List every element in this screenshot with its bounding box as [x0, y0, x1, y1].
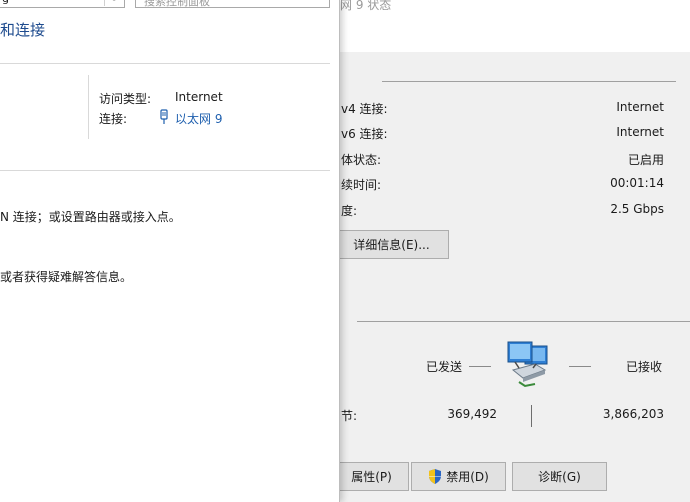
address-dropdown-icon[interactable]: ⌄	[86, 0, 100, 6]
connection-group-line	[382, 81, 676, 82]
page-heading: 和连接	[0, 21, 46, 39]
sent-line	[469, 366, 491, 367]
bytes-label: 节:	[341, 409, 358, 423]
received-line	[569, 366, 591, 367]
speed-value: 2.5 Gbps	[610, 202, 664, 216]
status-general-panel	[330, 52, 690, 502]
bytes-divider	[531, 405, 532, 427]
network-sharing-center-window: g ⌄ ↻ 搜索控制面板 和连接 访问类型: Internet 连接: 以太网 …	[0, 0, 340, 502]
ipv6-connectivity-value: Internet	[616, 125, 664, 139]
properties-button[interactable]: 属性(P)	[334, 462, 409, 491]
bytes-sent-value: 369,492	[447, 407, 497, 421]
search-placeholder: 搜索控制面板	[144, 0, 210, 8]
access-type-value: Internet	[175, 90, 223, 104]
duration-label: 续时间:	[341, 178, 382, 192]
status-window-title: 网 9 状态	[340, 0, 392, 12]
access-type-label: 访问类型:	[99, 92, 152, 106]
tasks-separator	[0, 170, 330, 171]
uac-shield-icon	[428, 469, 442, 484]
setup-connection-text: N 连接；或设置路由器或接入点。	[0, 210, 181, 224]
ipv4-connectivity-value: Internet	[616, 100, 664, 114]
ipv4-connectivity-label: v4 连接:	[341, 102, 388, 116]
network-info-divider	[88, 75, 89, 139]
details-button-label: 详细信息(E)...	[353, 238, 430, 252]
status-tab-strip	[330, 22, 690, 53]
network-computers-icon	[505, 340, 553, 390]
status-title-bar: 网 9 状态	[330, 0, 690, 22]
troubleshoot-text: 或者获得疑难解答信息。	[0, 270, 133, 284]
speed-label: 度:	[341, 204, 358, 218]
disable-button[interactable]: 禁用(D)	[411, 462, 506, 491]
details-button[interactable]: 详细信息(E)...	[334, 230, 449, 259]
diagnose-button[interactable]: 诊断(G)	[512, 462, 607, 491]
refresh-icon[interactable]: ↻	[104, 0, 123, 6]
received-label: 已接收	[626, 360, 663, 374]
sent-label: 已发送	[426, 360, 463, 374]
bytes-received-value: 3,866,203	[602, 407, 664, 421]
media-state-label: 体状态:	[341, 153, 382, 167]
ipv6-connectivity-label: v6 连接:	[341, 127, 388, 141]
media-state-value: 已启用	[627, 153, 664, 167]
address-text: g	[2, 0, 9, 5]
ethernet-icon	[159, 109, 171, 125]
disable-button-label: 禁用(D)	[446, 470, 489, 484]
duration-value: 00:01:14	[610, 176, 664, 190]
heading-separator	[0, 63, 330, 64]
ethernet-connection-link[interactable]: 以太网 9	[175, 110, 222, 127]
diagnose-button-label: 诊断(G)	[538, 470, 581, 484]
ethernet-status-window: 网 9 状态 v4 连接: Internet v6 连接: Internet 体…	[330, 0, 690, 502]
activity-group-line	[357, 321, 690, 322]
properties-button-label: 属性(P)	[351, 470, 392, 484]
search-box[interactable]: 搜索控制面板	[135, 0, 330, 8]
connections-label: 连接:	[99, 112, 128, 126]
